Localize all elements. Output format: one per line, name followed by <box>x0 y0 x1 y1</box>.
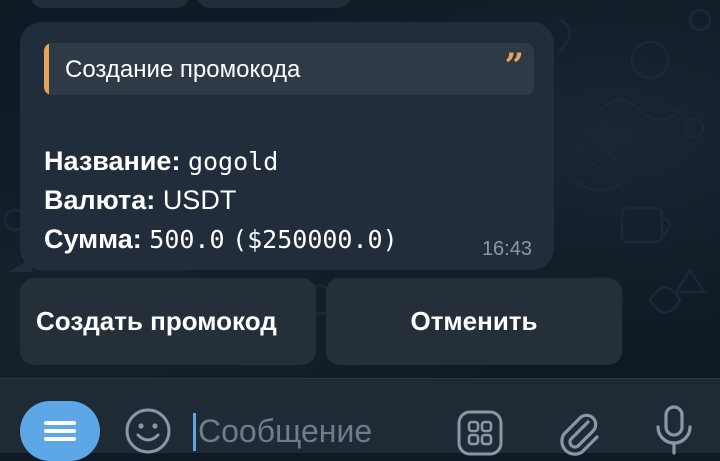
field-value: gogold <box>187 147 279 176</box>
field-value: 500.0 <box>149 225 225 254</box>
menu-button[interactable] <box>20 401 100 461</box>
paperclip-icon[interactable] <box>555 407 601 457</box>
blockquote: Создание промокода ” <box>44 43 534 95</box>
menu-icon-bar <box>44 437 76 441</box>
microphone-icon[interactable] <box>654 405 694 455</box>
text-caret <box>193 413 196 451</box>
field-label: Название: <box>44 146 181 176</box>
previous-keyboard-button[interactable] <box>30 0 190 8</box>
menu-icon-bar <box>44 429 76 433</box>
blockquote-title: Создание промокода <box>65 56 301 83</box>
field-value: USDT <box>162 185 237 215</box>
cancel-label: Отменить <box>410 306 538 336</box>
field-label: Валюта: <box>44 185 156 215</box>
blockquote-accent-bar <box>44 43 49 95</box>
field-label: Сумма: <box>44 224 142 254</box>
apps-icon[interactable] <box>456 409 504 457</box>
message-time: 16:43 <box>481 238 532 260</box>
emoji-icon[interactable] <box>124 407 172 455</box>
message-input[interactable]: Сообщение <box>198 413 372 450</box>
menu-icon <box>44 421 76 425</box>
field-currency: Валюта: USDT <box>44 185 236 216</box>
field-name: Название: gogold <box>44 146 278 177</box>
previous-keyboard-button[interactable] <box>196 0 352 8</box>
create-promocode-label: Создать промокод <box>36 306 277 336</box>
message-bubble: Создание промокода ” Название: gogold Ва… <box>20 22 554 270</box>
create-promocode-button[interactable]: Создать промокод <box>20 278 316 365</box>
field-value-extra: ($250000.0) <box>232 225 398 254</box>
field-amount: Сумма: 500.0 ($250000.0) <box>44 224 398 255</box>
message-composer: Сообщение <box>0 378 720 461</box>
cancel-button[interactable]: Отменить <box>326 278 622 365</box>
quote-icon: ” <box>504 46 524 86</box>
